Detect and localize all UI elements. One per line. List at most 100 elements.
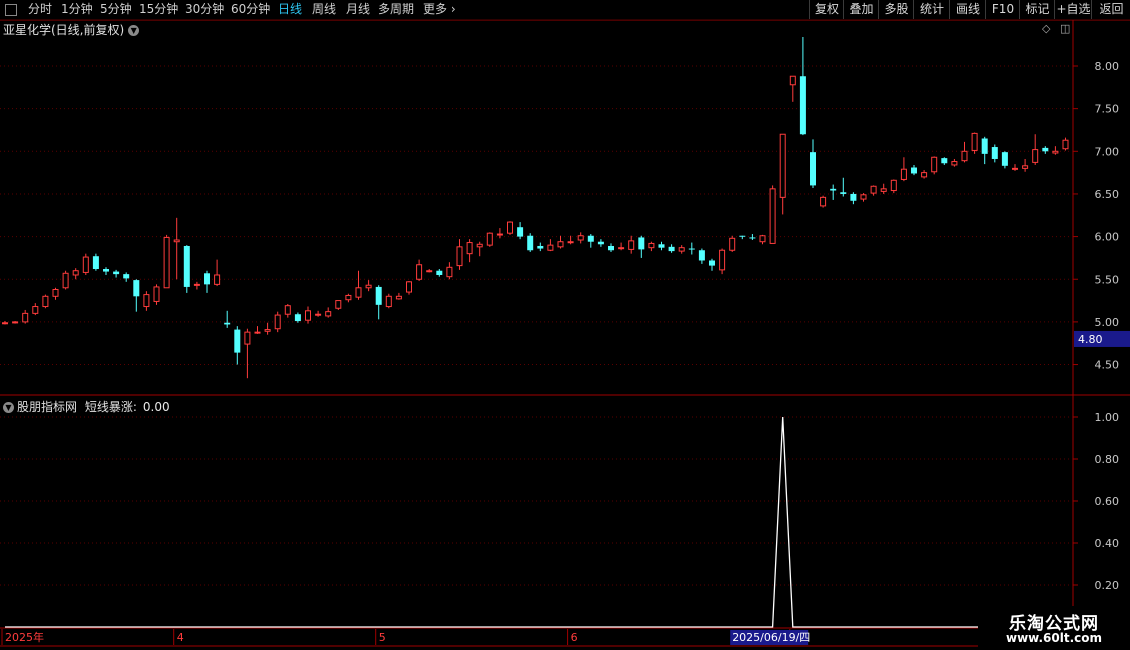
time-tick-label: 5 bbox=[379, 631, 386, 644]
candle-body bbox=[123, 274, 130, 279]
panel-toggle-icon[interactable]: ◫ bbox=[1060, 22, 1070, 35]
toolbar-action-5[interactable]: F10 bbox=[985, 0, 1020, 19]
chevron-down-icon[interactable]: ▼ bbox=[128, 25, 140, 36]
candle-body bbox=[931, 156, 938, 173]
chevron-down-icon[interactable]: ▼ bbox=[3, 402, 14, 413]
candle-body bbox=[759, 235, 766, 243]
period-tab-3[interactable]: 15分钟 bbox=[139, 1, 178, 18]
candle-body bbox=[355, 287, 362, 298]
candle-body bbox=[406, 281, 412, 293]
candle-body bbox=[305, 310, 311, 321]
toolbar-action-1[interactable]: 叠加 bbox=[843, 0, 879, 19]
candle-body bbox=[668, 246, 675, 252]
candle-body bbox=[648, 242, 655, 249]
candle-body bbox=[507, 221, 513, 234]
stock-title: 亚星化学(日线,前复权) bbox=[3, 23, 125, 37]
candle-body bbox=[204, 273, 210, 285]
candle-body bbox=[678, 247, 685, 252]
candle-body bbox=[385, 295, 392, 308]
candle-body bbox=[557, 241, 564, 248]
candle-body bbox=[981, 138, 988, 154]
price-tick-label: 8.00 bbox=[1095, 60, 1120, 73]
time-tick-label: 7 bbox=[793, 631, 800, 644]
period-tab-2[interactable]: 5分钟 bbox=[100, 1, 132, 18]
candle-body bbox=[1032, 149, 1039, 163]
candle-body bbox=[587, 235, 594, 242]
candle-body bbox=[577, 235, 584, 241]
candle-body bbox=[92, 256, 99, 270]
diamond-icon[interactable]: ◇ bbox=[1042, 22, 1050, 35]
candle-body bbox=[941, 158, 948, 164]
candle-body bbox=[436, 270, 443, 275]
candle-body bbox=[608, 245, 614, 251]
toolbar-action-3[interactable]: 统计 bbox=[913, 0, 950, 19]
toolbar-action-2[interactable]: 多股 bbox=[878, 0, 914, 19]
candle-body bbox=[82, 256, 89, 273]
main-chart-title: 亚星化学(日线,前复权) ▼ bbox=[3, 21, 140, 38]
period-tab-0[interactable]: 分时 bbox=[28, 1, 52, 18]
candle-body bbox=[618, 247, 625, 250]
indicator-tick-label: 0.60 bbox=[1095, 495, 1120, 508]
period-tab-8[interactable]: 月线 bbox=[346, 1, 370, 18]
candle-body bbox=[244, 331, 251, 345]
candle-body bbox=[294, 314, 301, 322]
menu-square-icon[interactable] bbox=[5, 4, 17, 16]
candle-body bbox=[2, 322, 8, 325]
candle-body bbox=[214, 274, 221, 285]
candle-body bbox=[850, 193, 857, 201]
indicator-name: 股朋指标网 bbox=[17, 400, 78, 414]
candle-body bbox=[274, 314, 281, 330]
candle-body bbox=[1012, 167, 1018, 170]
period-tab-5[interactable]: 60分钟 bbox=[231, 1, 270, 18]
candle-body bbox=[870, 185, 877, 194]
price-tick-label: 5.00 bbox=[1095, 316, 1120, 329]
toolbar-action-7[interactable]: +自选 bbox=[1054, 0, 1092, 19]
kline-chart-area[interactable]: 8.00 7.50 7.00 6.50 6.00 5.50 5.00 4.50 4.80 1.00… bbox=[0, 0, 1130, 650]
candle-body bbox=[698, 250, 705, 261]
candle-body bbox=[567, 241, 574, 244]
candle-body bbox=[971, 132, 978, 151]
candle-body bbox=[527, 235, 534, 251]
candle-body bbox=[900, 168, 907, 180]
period-tab-4[interactable]: 30分钟 bbox=[185, 1, 224, 18]
candle-body bbox=[1052, 150, 1059, 154]
candle-body bbox=[820, 196, 827, 207]
candle-body bbox=[62, 272, 69, 289]
indicator-series-label: 短线暴涨 bbox=[84, 400, 133, 414]
time-tick-label: 6 bbox=[571, 631, 578, 644]
candle-body bbox=[103, 269, 109, 272]
candle-body bbox=[789, 75, 796, 86]
period-tab-10[interactable]: 更多 › bbox=[423, 1, 456, 18]
period-tab-6[interactable]: 日线 bbox=[278, 1, 302, 18]
candle-body bbox=[193, 283, 200, 286]
candle-body bbox=[486, 232, 493, 246]
candle-body bbox=[426, 270, 433, 273]
period-tab-1[interactable]: 1分钟 bbox=[61, 1, 93, 18]
candle-body bbox=[395, 295, 402, 300]
period-tab-7[interactable]: 周线 bbox=[312, 1, 336, 18]
toolbar-action-4[interactable]: 画线 bbox=[949, 0, 986, 19]
candle-body bbox=[183, 245, 190, 287]
candle-body bbox=[961, 150, 968, 162]
candle-body bbox=[32, 306, 39, 314]
candle-body bbox=[951, 161, 958, 166]
candle-body bbox=[52, 288, 59, 297]
price-tick-label: 6.00 bbox=[1095, 231, 1120, 244]
candle-body bbox=[1062, 139, 1069, 150]
candle-body bbox=[688, 248, 695, 250]
candle-body bbox=[173, 239, 180, 243]
candle-body bbox=[254, 331, 261, 334]
watermark-url: www.60lt.com bbox=[1005, 631, 1103, 645]
candle-body bbox=[284, 305, 291, 315]
period-tab-9[interactable]: 多周期 bbox=[378, 1, 414, 18]
candle-body bbox=[1022, 165, 1029, 169]
time-tick-label: 2025年 bbox=[5, 630, 44, 644]
current-price-box bbox=[1074, 330, 1130, 347]
toolbar-action-6[interactable]: 标记 bbox=[1019, 0, 1055, 19]
candle-body bbox=[133, 280, 140, 297]
candle-body bbox=[729, 237, 736, 251]
toolbar-action-8[interactable]: 返回 bbox=[1091, 0, 1130, 19]
period-toolbar: 分时 1分钟 5分钟 15分钟 30分钟 60分钟 日线 周线 月线 多周期 更多 › 复权 叠加 多股统… bbox=[0, 0, 1130, 21]
toolbar-action-0[interactable]: 复权 bbox=[809, 0, 844, 19]
candle-body bbox=[547, 244, 554, 251]
